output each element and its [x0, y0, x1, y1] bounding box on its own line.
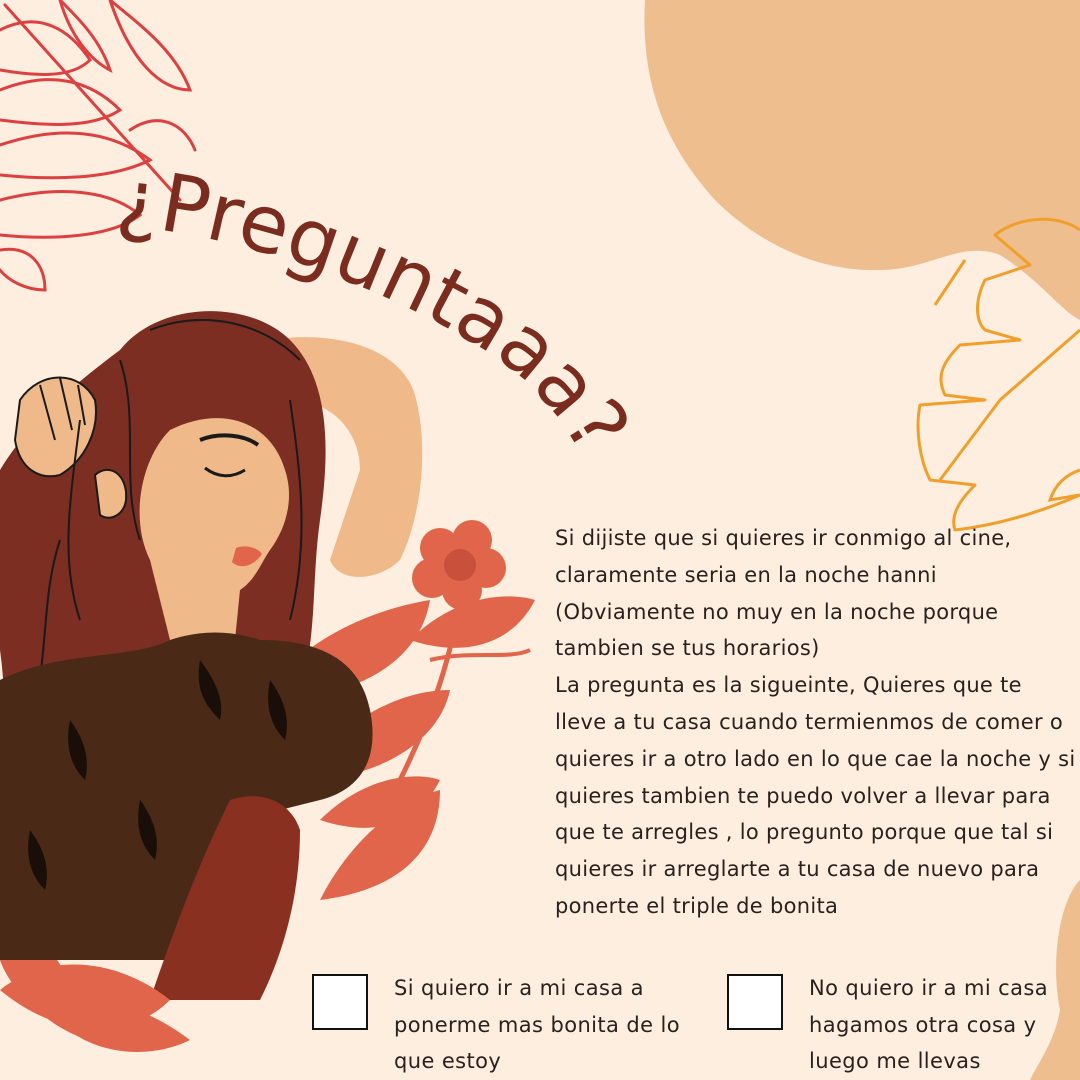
- message-paragraph-2: La pregunta es la sigueinte, Quieres que…: [555, 673, 1076, 918]
- page-title: ¿Preguntaaa?: [113, 151, 647, 469]
- option-no-label: No quiero ir a mi casa hagamos otra cosa…: [809, 976, 1049, 1073]
- option-yes-label: Si quiero ir a mi casa a ponerme mas bon…: [394, 976, 680, 1073]
- checkbox-yes[interactable]: [312, 974, 368, 1030]
- message-paragraph-1: Si dijiste que si quieres ir conmigo al …: [555, 526, 1012, 661]
- checkbox-no[interactable]: [727, 974, 783, 1030]
- message-text: Si dijiste que si quieres ir conmigo al …: [555, 520, 1080, 925]
